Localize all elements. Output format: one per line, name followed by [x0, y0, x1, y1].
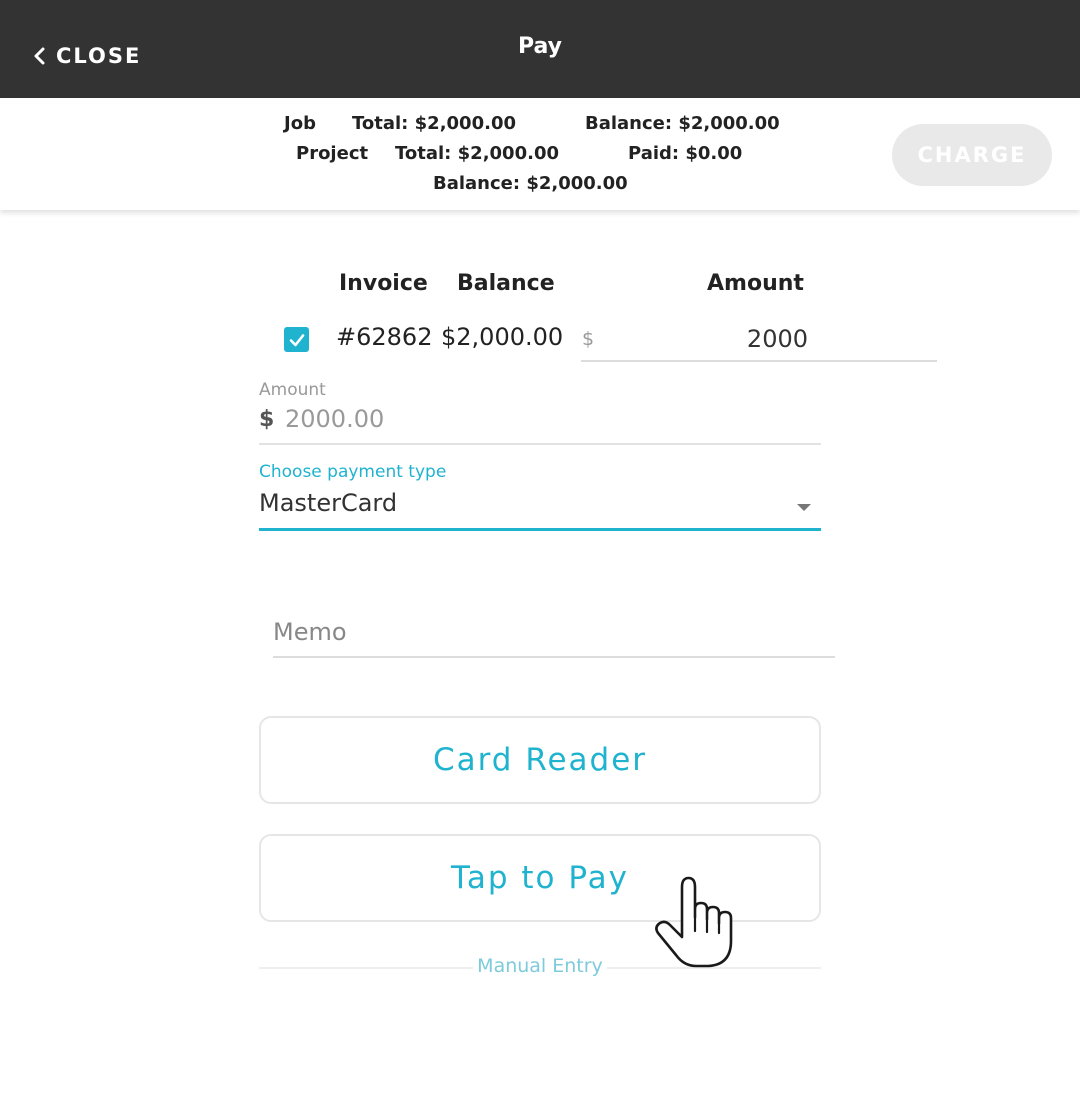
amount-currency: $: [259, 407, 275, 432]
invoice-number: #62862: [336, 323, 433, 351]
project-total: Total: $2,000.00: [395, 143, 559, 164]
project-label: Project: [296, 143, 369, 164]
job-balance: Balance: $2,000.00: [585, 113, 780, 134]
hand-pointer-icon: [655, 876, 733, 968]
payment-type-underline: [259, 528, 821, 531]
tap-to-pay-label: Tap to Pay: [451, 860, 629, 896]
project-balance: Balance: $2,000.00: [433, 173, 628, 194]
card-reader-button[interactable]: Card Reader: [259, 716, 821, 804]
project-paid: Paid: $0.00: [628, 143, 743, 164]
amount-column-header: Amount: [707, 271, 804, 296]
invoice-column-header: Invoice: [339, 271, 428, 296]
job-total: Total: $2,000.00: [352, 113, 516, 134]
checkmark-icon: [289, 333, 304, 346]
manual-entry-row: Manual Entry: [0, 955, 1080, 977]
manual-entry-link[interactable]: Manual Entry: [473, 955, 607, 977]
amount-label: Amount: [259, 380, 326, 400]
page-title: Pay: [517, 34, 563, 59]
job-label: Job: [284, 113, 316, 134]
amount-field[interactable]: 2000.00: [285, 405, 384, 433]
invoice-amount-input[interactable]: [600, 320, 808, 358]
top-app-bar: CLOSE Pay: [0, 0, 1080, 98]
balance-column-header: Balance: [457, 271, 555, 296]
payment-type-select[interactable]: MasterCard: [259, 489, 397, 517]
caret-down-icon[interactable]: [797, 504, 811, 511]
invoice-checkbox[interactable]: [284, 327, 309, 352]
invoice-balance: $2,000.00: [441, 323, 564, 351]
memo-underline: [273, 656, 835, 658]
invoice-amount-underline: [581, 360, 937, 362]
invoice-amount-currency: $: [582, 328, 595, 350]
card-reader-label: Card Reader: [432, 742, 648, 778]
payment-type-label: Choose payment type: [259, 462, 447, 482]
amount-underline: [259, 443, 821, 445]
memo-input[interactable]: Memo: [273, 618, 347, 646]
charge-button[interactable]: CHARGE: [892, 124, 1052, 186]
